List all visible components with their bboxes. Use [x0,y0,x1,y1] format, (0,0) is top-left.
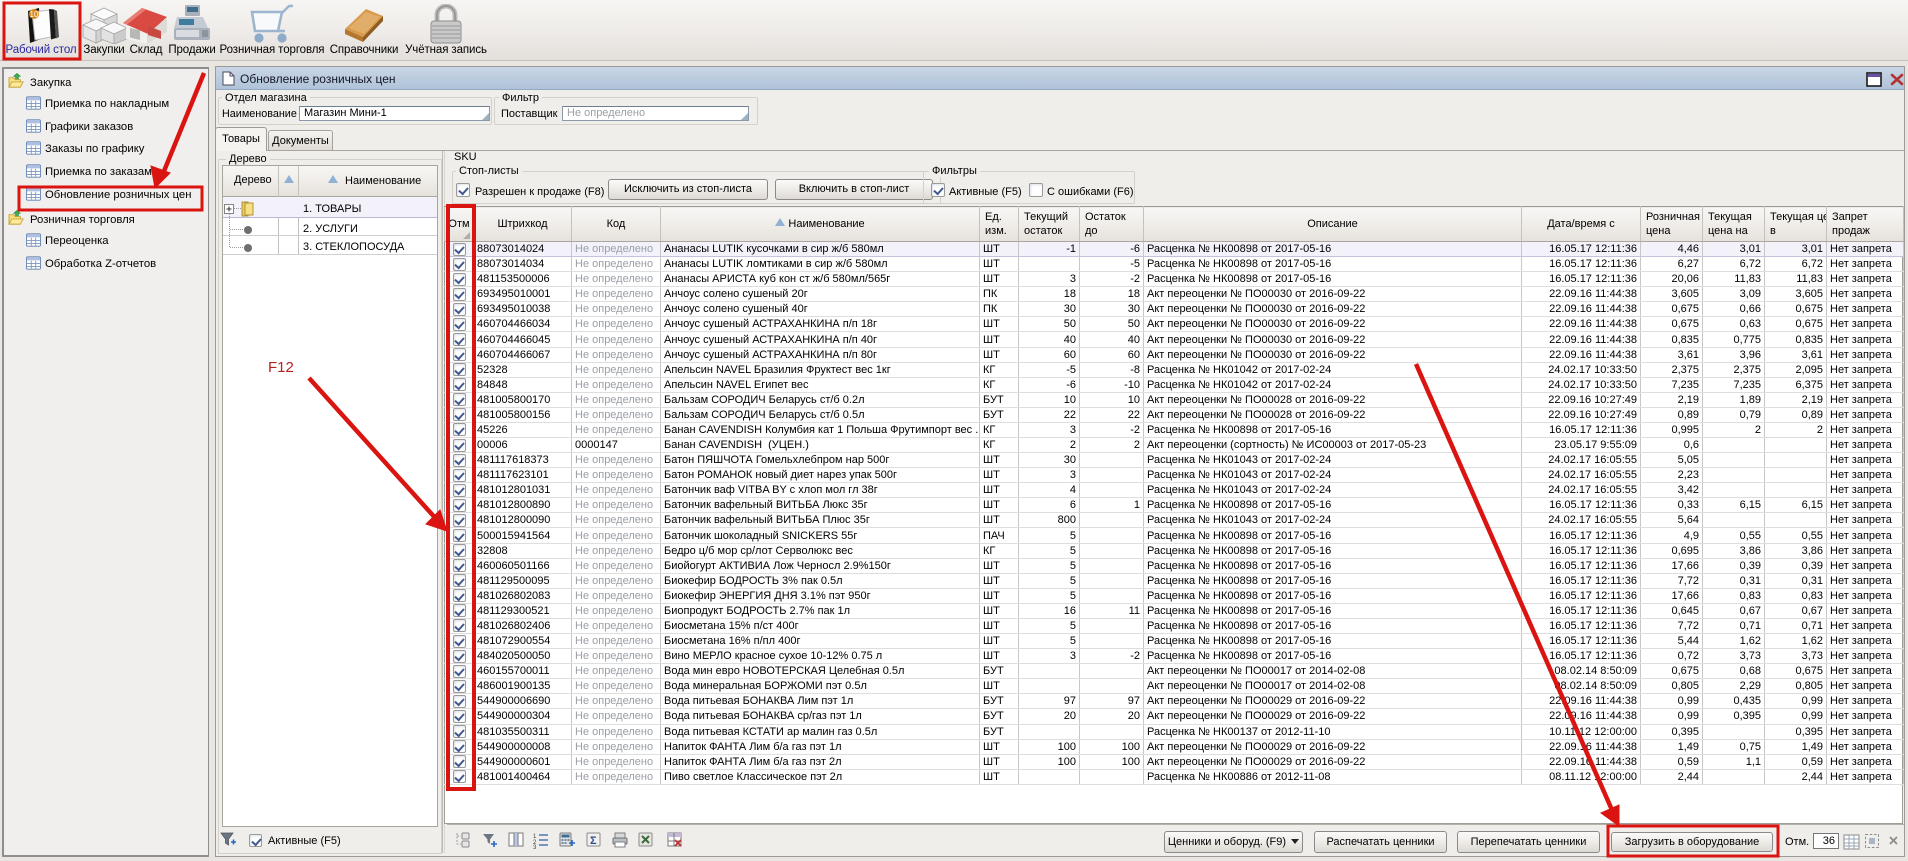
svg-text:3: 3 [533,845,537,849]
svg-text:Σ: Σ [590,835,597,847]
